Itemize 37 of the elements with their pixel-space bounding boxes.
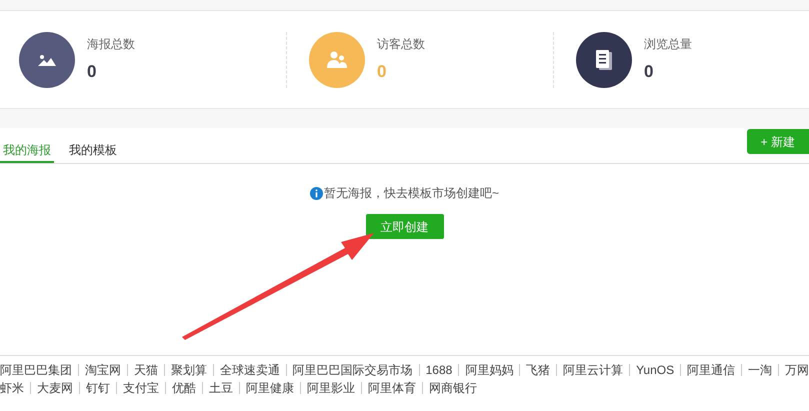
footer-link[interactable]: 聚划算: [170, 361, 207, 379]
stat-value: 0: [644, 60, 654, 83]
tab[interactable]: 我的海报: [0, 141, 54, 163]
footer-link[interactable]: 阿里通信: [687, 361, 736, 379]
footer-link[interactable]: 大麦网: [37, 379, 73, 397]
document-icon: [596, 50, 612, 70]
footer-link[interactable]: 网商银行: [429, 379, 477, 397]
footer-link[interactable]: 土豆: [209, 379, 233, 397]
footer-link[interactable]: 优酷: [172, 379, 196, 397]
stat-value: 0: [87, 60, 98, 83]
footer-link[interactable]: 阿里巴巴集团: [0, 361, 72, 379]
stat-value: 0: [377, 60, 388, 83]
footer-link[interactable]: 阿里影业: [307, 379, 355, 397]
footer-link[interactable]: 飞猪: [526, 361, 550, 379]
footer-link[interactable]: YunOS: [636, 361, 674, 379]
footer-link[interactable]: 阿里健康: [246, 379, 294, 397]
info-icon: [310, 186, 323, 200]
stat-label: 浏览总量: [644, 36, 692, 53]
stat-label: 海报总数: [87, 36, 135, 53]
landscape-icon: [38, 52, 56, 66]
footer-link[interactable]: 支付宝: [123, 379, 159, 397]
footer-link[interactable]: 阿里巴巴国际交易市场: [292, 361, 413, 379]
footer-link[interactable]: 一淘: [748, 361, 772, 379]
stat-label: 访客总数: [377, 36, 425, 53]
empty-message: 暂无海报，快去模板市场创建吧~: [324, 185, 499, 202]
footer-link[interactable]: 万网: [784, 361, 809, 379]
footer-link[interactable]: 阿里云计算: [563, 361, 624, 379]
tab[interactable]: 我的模板: [66, 141, 120, 163]
users-icon: [327, 50, 347, 68]
footer-link[interactable]: 1688: [426, 361, 452, 379]
footer-link[interactable]: 天猫: [134, 361, 158, 379]
footer-link[interactable]: 钉钉: [86, 379, 110, 397]
footer-link[interactable]: 虾米: [0, 379, 24, 397]
footer-link[interactable]: 阿里体育: [368, 379, 416, 397]
footer-link[interactable]: 阿里妈妈: [465, 361, 514, 379]
footer-link[interactable]: 全球速卖通: [220, 361, 280, 379]
footer-link[interactable]: 淘宝网: [84, 361, 121, 379]
